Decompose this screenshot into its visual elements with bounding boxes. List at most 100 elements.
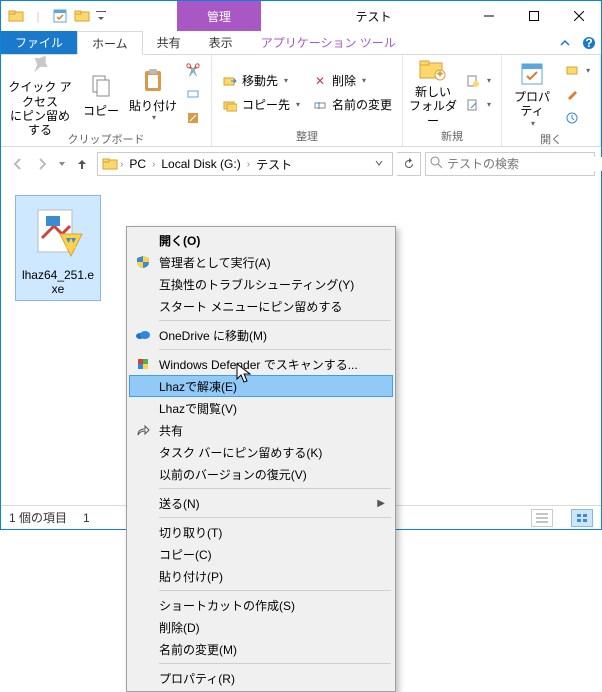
refresh-button[interactable] bbox=[397, 152, 421, 176]
help-button[interactable]: ? bbox=[577, 31, 601, 54]
ctx-share[interactable]: 共有 bbox=[129, 419, 393, 441]
ctx-create-shortcut[interactable]: ショートカットの作成(S) bbox=[129, 594, 393, 616]
search-box[interactable] bbox=[425, 152, 595, 176]
defender-icon bbox=[135, 356, 151, 372]
status-selected: 1 bbox=[83, 511, 90, 525]
ctx-lhaz-view[interactable]: Lhazで閲覧(V) bbox=[129, 397, 393, 419]
ctx-onedrive[interactable]: OneDrive に移動(M) bbox=[129, 324, 393, 346]
path-icon bbox=[185, 86, 201, 102]
ctx-separator bbox=[159, 349, 391, 350]
view-details-button[interactable] bbox=[531, 509, 553, 527]
search-input[interactable] bbox=[447, 157, 602, 171]
edit-button[interactable] bbox=[560, 83, 594, 105]
ctx-copy[interactable]: コピー(C) bbox=[129, 543, 393, 565]
ctx-pin-taskbar[interactable]: タスク バーにピン留めする(K) bbox=[129, 441, 393, 463]
shortcut-icon bbox=[185, 110, 201, 126]
properties-icon bbox=[516, 60, 548, 88]
ctx-properties[interactable]: プロパティ(R) bbox=[129, 667, 393, 689]
qat-separator: | bbox=[29, 7, 47, 25]
ctx-delete[interactable]: 削除(D) bbox=[129, 616, 393, 638]
tab-share[interactable]: 共有 bbox=[143, 31, 195, 54]
qat-properties-icon[interactable] bbox=[51, 7, 69, 25]
view-icons-button[interactable] bbox=[571, 509, 593, 527]
new-folder-button[interactable]: ✦ 新しい フォルダー bbox=[409, 60, 457, 126]
breadcrumb-sep[interactable]: › bbox=[247, 159, 250, 170]
tab-home[interactable]: ホーム bbox=[77, 31, 143, 55]
history-button[interactable] bbox=[560, 107, 594, 129]
breadcrumb-pc[interactable]: PC bbox=[125, 157, 150, 171]
ribbon: クイック アクセス にピン留めする コピー 貼り付け ▾ ✂️ クリップボード bbox=[1, 55, 601, 147]
breadcrumb-disk[interactable]: Local Disk (G:) bbox=[157, 157, 244, 171]
open-button[interactable]: ▾ bbox=[560, 59, 594, 81]
qat-folder-icon[interactable] bbox=[73, 7, 91, 25]
ctx-send-to[interactable]: 送る(N)▶ bbox=[129, 492, 393, 514]
open-icon bbox=[564, 62, 580, 78]
close-button[interactable] bbox=[556, 1, 601, 31]
address-dropdown[interactable] bbox=[370, 157, 388, 171]
tab-app-tools[interactable]: アプリケーション ツール bbox=[247, 31, 410, 54]
ctx-lhaz-extract[interactable]: Lhazで解凍(E) bbox=[129, 375, 393, 397]
share-icon bbox=[135, 422, 151, 438]
address-bar[interactable]: › PC › Local Disk (G:) › テスト bbox=[97, 152, 393, 176]
qat-dropdown-icon[interactable] bbox=[95, 7, 107, 25]
status-item-count: 1 個の項目 bbox=[9, 509, 67, 526]
ctx-paste[interactable]: 貼り付け(P) bbox=[129, 565, 393, 587]
context-menu: 開く(O) 管理者として実行(A) 互換性のトラブルシューティング(Y) スター… bbox=[126, 226, 396, 692]
copy-button[interactable]: コピー bbox=[77, 61, 125, 127]
up-button[interactable] bbox=[71, 153, 93, 175]
forward-button[interactable] bbox=[31, 153, 53, 175]
chevron-down-icon: ▾ bbox=[531, 119, 535, 129]
recent-locations-button[interactable] bbox=[55, 153, 69, 175]
paste-button[interactable]: 貼り付け ▾ bbox=[129, 61, 177, 127]
copy-icon bbox=[85, 70, 117, 102]
ctx-defender[interactable]: Windows Defender でスキャンする... bbox=[129, 353, 393, 375]
ctx-separator bbox=[159, 320, 391, 321]
edit-icon bbox=[564, 86, 580, 102]
back-button[interactable] bbox=[7, 153, 29, 175]
breadcrumb-sep[interactable]: › bbox=[120, 159, 123, 170]
ctx-open[interactable]: 開く(O) bbox=[129, 229, 393, 251]
delete-button[interactable]: ✕削除▾ bbox=[308, 70, 396, 92]
delete-icon: ✕ bbox=[312, 73, 328, 89]
svg-text:?: ? bbox=[585, 36, 592, 50]
maximize-button[interactable] bbox=[511, 1, 556, 31]
file-name: lhaz64_251.exe bbox=[18, 266, 98, 298]
minimize-button[interactable] bbox=[466, 1, 511, 31]
rename-button[interactable]: 名前の変更 bbox=[308, 94, 396, 116]
shield-icon bbox=[135, 254, 151, 270]
rename-icon bbox=[312, 97, 328, 113]
ctx-run-admin[interactable]: 管理者として実行(A) bbox=[129, 251, 393, 273]
ctx-separator bbox=[159, 663, 391, 664]
paste-icon bbox=[137, 65, 169, 97]
nav-row: › PC › Local Disk (G:) › テスト bbox=[1, 147, 601, 181]
ctx-separator bbox=[159, 590, 391, 591]
ctx-separator bbox=[159, 517, 391, 518]
breadcrumb-sep[interactable]: › bbox=[152, 159, 155, 170]
tab-view[interactable]: 表示 bbox=[195, 31, 247, 54]
new-item-button[interactable]: ▾ bbox=[461, 70, 495, 92]
chevron-down-icon: ▾ bbox=[152, 113, 156, 123]
ribbon-group-open: プロパティ ▾ ▾ 開く bbox=[502, 55, 601, 146]
copy-to-icon bbox=[222, 97, 238, 113]
drive-icon bbox=[102, 156, 118, 173]
pin-quick-access-button[interactable]: クイック アクセス にピン留めする bbox=[7, 61, 73, 127]
ctx-pin-start[interactable]: スタート メニューにピン留めする bbox=[129, 295, 393, 317]
paste-shortcut-button[interactable] bbox=[181, 107, 205, 129]
move-to-button[interactable]: 移動先▾ bbox=[218, 70, 304, 92]
file-item[interactable]: lhaz64_251.exe bbox=[15, 195, 101, 301]
breadcrumb-folder[interactable]: テスト bbox=[252, 156, 296, 173]
ctx-rename[interactable]: 名前の変更(M) bbox=[129, 638, 393, 660]
new-item-icon bbox=[465, 73, 481, 89]
ctx-compat[interactable]: 互換性のトラブルシューティング(Y) bbox=[129, 273, 393, 295]
properties-button[interactable]: プロパティ ▾ bbox=[508, 61, 556, 127]
copy-path-button[interactable] bbox=[181, 83, 205, 105]
easy-access-button[interactable]: ▾ bbox=[461, 94, 495, 116]
ctx-restore-ver[interactable]: 以前のバージョンの復元(V) bbox=[129, 463, 393, 485]
ctx-cut[interactable]: 切り取り(T) bbox=[129, 521, 393, 543]
ribbon-expand-button[interactable] bbox=[553, 31, 577, 54]
ribbon-group-clipboard: クイック アクセス にピン留めする コピー 貼り付け ▾ ✂️ クリップボード bbox=[1, 55, 212, 146]
ctx-separator bbox=[159, 488, 391, 489]
copy-to-button[interactable]: コピー先▾ bbox=[218, 94, 304, 116]
history-icon bbox=[564, 110, 580, 126]
cut-button[interactable]: ✂️ bbox=[181, 59, 205, 81]
